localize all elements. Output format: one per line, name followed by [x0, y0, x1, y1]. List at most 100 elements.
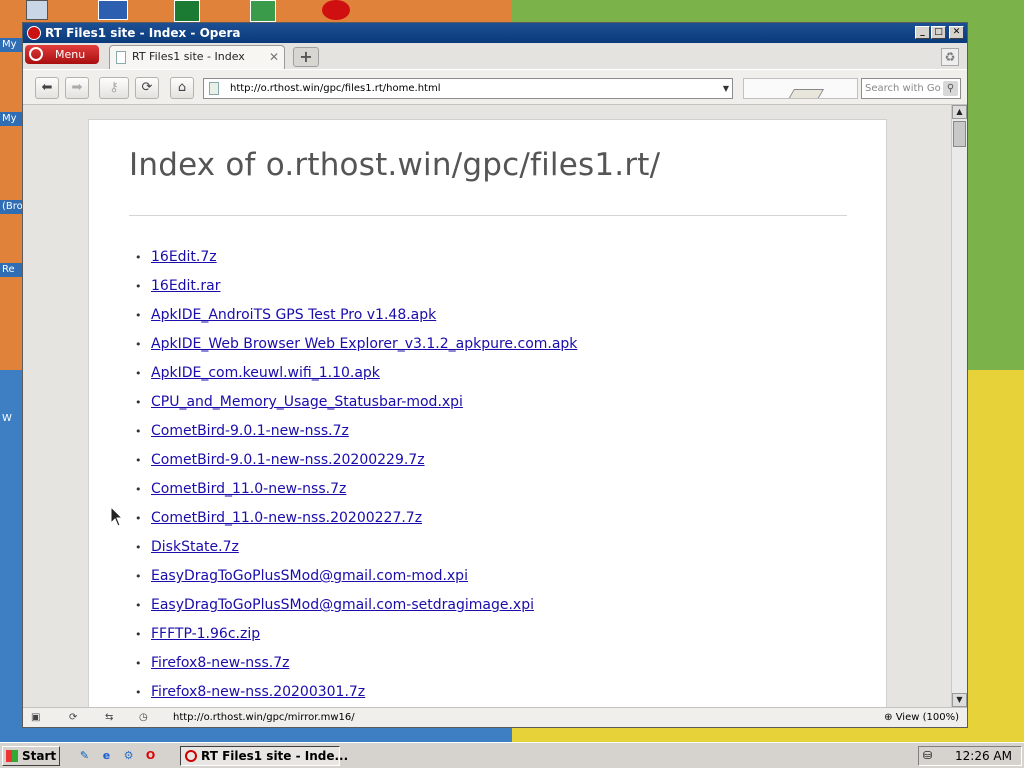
file-link[interactable]: CometBird_11.0-new-nss.20200227.7z — [151, 510, 422, 526]
file-link[interactable]: EasyDragToGoPlusSMod@gmail.com-setdragim… — [151, 597, 534, 613]
quicklaunch-settings-icon[interactable]: ⚙ — [120, 747, 137, 764]
page-content: Index of o.rthost.win/gpc/files1.rt/ • 16… — [88, 119, 887, 707]
address-dropdown-icon[interactable]: ▼ — [723, 79, 729, 98]
file-link[interactable]: FFFTP-1.96c.zip — [151, 626, 260, 642]
search-input[interactable]: Search with Google ⚲ — [861, 78, 961, 99]
zoom-label: View (100%) — [895, 712, 959, 723]
quicklaunch-desktop-icon[interactable]: ✎ — [76, 747, 93, 764]
turbo-icon[interactable]: ◷ — [139, 710, 148, 725]
opera-logo-icon — [27, 26, 41, 40]
file-link[interactable]: Firefox8-new-nss.20200301.7z — [151, 684, 365, 700]
zoom-control[interactable]: ⊕ View (100%) — [884, 708, 959, 727]
home-button[interactable]: ⌂ — [170, 77, 194, 99]
desktop-opera-icon[interactable] — [322, 0, 350, 20]
page-title: Index of o.rthost.win/gpc/files1.rt/ — [129, 147, 661, 183]
panel-toggle-icon[interactable]: ▣ — [31, 710, 40, 725]
maximize-button[interactable]: □ — [931, 26, 946, 39]
file-link[interactable]: ApkIDE_Web Browser Web Explorer_v3.1.2_a… — [151, 336, 577, 352]
desktop-label-my2[interactable]: My — [0, 112, 22, 126]
windows-logo-icon — [6, 750, 18, 762]
bullet: • — [135, 483, 142, 496]
minimize-button[interactable]: _ — [915, 26, 930, 39]
bullet: • — [135, 686, 142, 699]
bullet: • — [135, 425, 142, 438]
desktop-excel-icon[interactable] — [174, 0, 200, 22]
tray-network-icon[interactable]: ⛁ — [923, 749, 939, 763]
file-link[interactable]: CometBird_11.0-new-nss.7z — [151, 481, 346, 497]
file-link[interactable]: CometBird-9.0.1-new-nss.7z — [151, 423, 349, 439]
sync-icon[interactable]: ⟳ — [69, 710, 77, 725]
back-button[interactable]: ⬅ — [35, 77, 59, 99]
list-item: • ApkIDE_Web Browser Web Explorer_v3.1.2_… — [135, 330, 577, 359]
file-link[interactable]: CometBird-9.0.1-new-nss.20200229.7z — [151, 452, 425, 468]
quicklaunch-ie-icon[interactable]: e — [98, 747, 115, 764]
file-list: • 16Edit.7z • 16Edit.rar • ApkIDE_AndroiTS GP… — [135, 243, 577, 707]
file-link[interactable]: DiskState.7z — [151, 539, 239, 555]
tab-close-icon[interactable]: ✕ — [269, 46, 279, 68]
key-icon-button[interactable]: ⚷ — [99, 77, 129, 99]
bullet: • — [135, 657, 142, 670]
list-item: • DiskState.7z — [135, 533, 577, 562]
file-link[interactable]: ApkIDE_com.keuwl.wifi_1.10.apk — [151, 365, 380, 381]
share-icon[interactable]: ⇆ — [105, 710, 113, 725]
page-icon — [209, 82, 219, 95]
quicklaunch-opera-icon[interactable]: O — [142, 747, 159, 764]
scroll-up-button[interactable]: ▲ — [952, 105, 967, 119]
desktop-label-w[interactable]: W — [0, 412, 22, 426]
window-titlebar[interactable]: RT Files1 site - Index - Opera _ □ ✕ — [23, 23, 967, 43]
file-link[interactable]: CPU_and_Memory_Usage_Statusbar-mod.xpi — [151, 394, 463, 410]
taskbar-item-label: RT Files1 site - Inde... — [201, 749, 349, 763]
status-bar: ▣ ⟳ ⇆ ◷ http://o.rthost.win/gpc/mirror.m… — [23, 707, 967, 727]
file-link[interactable]: 16Edit.7z — [151, 249, 217, 265]
file-link[interactable]: Firefox8-new-nss.7z — [151, 655, 289, 671]
scroll-down-button[interactable]: ▼ — [952, 693, 967, 707]
list-item: • CometBird-9.0.1-new-nss.7z — [135, 417, 577, 446]
bullet: • — [135, 570, 142, 583]
list-item: • ApkIDE_com.keuwl.wifi_1.10.apk — [135, 359, 577, 388]
speed-dial-area[interactable] — [743, 78, 858, 99]
tab-rt-files1[interactable]: RT Files1 site - Index ✕ — [109, 45, 285, 69]
list-item: • CometBird_11.0-new-nss.20200227.7z — [135, 504, 577, 533]
list-item: • 16Edit.rar — [135, 272, 577, 301]
list-item: • 16Edit.7z — [135, 243, 577, 272]
desktop-label-re[interactable]: Re — [0, 263, 22, 277]
desktop-calendar-icon[interactable] — [250, 0, 276, 22]
taskbar-item-opera[interactable]: RT Files1 site - Inde... — [180, 746, 348, 766]
bullet: • — [135, 396, 142, 409]
desktop-label-bro[interactable]: (Bro — [0, 200, 22, 214]
bullet: • — [135, 454, 142, 467]
forward-button[interactable]: ➡ — [65, 77, 89, 99]
bullet: • — [135, 251, 142, 264]
tab-title: RT Files1 site - Index — [132, 50, 245, 63]
file-link[interactable]: ApkIDE_AndroiTS GPS Test Pro v1.48.apk — [151, 307, 436, 323]
cursor-arrow-icon — [110, 505, 124, 527]
bullet: • — [135, 628, 142, 641]
new-tab-button[interactable]: + — [293, 47, 319, 67]
bullet: • — [135, 599, 142, 612]
menu-label: Menu — [55, 48, 86, 61]
address-field[interactable]: http://o.rthost.win/gpc/files1.rt/home.h… — [203, 78, 733, 99]
list-item: • EasyDragToGoPlusSMod@gmail.com-mod.xpi — [135, 562, 577, 591]
scroll-thumb[interactable] — [953, 121, 966, 147]
reload-button[interactable]: ⟳ — [135, 77, 159, 99]
page-viewport: Index of o.rthost.win/gpc/files1.rt/ • 16… — [23, 105, 951, 707]
list-item: • Firefox8-new-nss.20200301.7z — [135, 678, 577, 707]
opera-menu-button[interactable]: Menu — [25, 45, 99, 64]
vertical-scrollbar[interactable]: ▲ ▼ — [951, 105, 967, 707]
close-button[interactable]: ✕ — [949, 26, 964, 39]
desktop-mail-icon[interactable] — [98, 0, 128, 20]
search-icon[interactable]: ⚲ — [943, 81, 958, 96]
desktop-label-my[interactable]: My — [0, 38, 22, 52]
bullet: • — [135, 338, 142, 351]
start-button[interactable]: Start — [2, 746, 60, 766]
desktop-computer-icon[interactable] — [26, 0, 48, 20]
file-link[interactable]: 16Edit.rar — [151, 278, 220, 294]
window-title: RT Files1 site - Index - Opera — [45, 26, 241, 40]
clock[interactable]: 12:26 AM — [955, 747, 1012, 765]
title-divider — [129, 215, 847, 216]
address-url[interactable]: http://o.rthost.win/gpc/files1.rt/home.h… — [230, 79, 440, 98]
bullet: • — [135, 512, 142, 525]
trash-icon[interactable]: ♻ — [941, 48, 959, 66]
file-link[interactable]: EasyDragToGoPlusSMod@gmail.com-mod.xpi — [151, 568, 468, 584]
bullet: • — [135, 367, 142, 380]
